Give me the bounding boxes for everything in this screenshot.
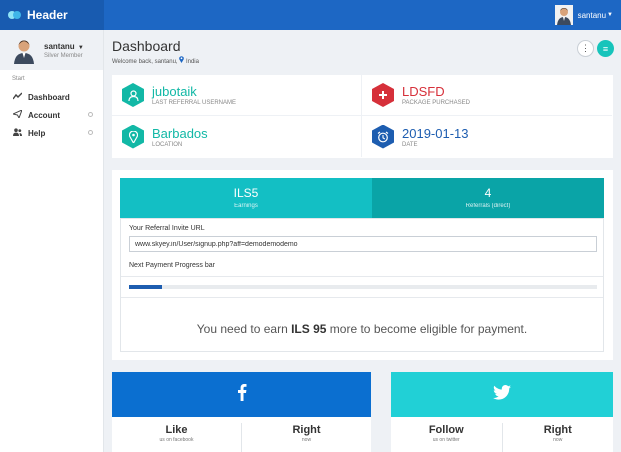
page-subtitle: Welcome back, santanu, India [112, 56, 199, 65]
sidebar-item-label: Dashboard [28, 92, 70, 102]
referral-panel: ILS5 Earnings 4 Referrals (direct) Your … [112, 170, 613, 360]
stat-package: LDSFD PACKAGE PURCHASED [362, 75, 612, 116]
facebook-header[interactable] [112, 372, 371, 417]
twitter-follow[interactable]: Follow us on twitter [391, 417, 502, 452]
stat-value: LDSFD [402, 84, 445, 99]
stat-label: LAST REFERRAL USERNAME [152, 100, 237, 106]
sidebar-item-account[interactable]: Account [0, 106, 103, 124]
menu-button[interactable]: ≡ [597, 40, 614, 57]
sidebar-item-dashboard[interactable]: Dashboard [0, 88, 103, 106]
map-pin-icon [179, 56, 186, 65]
social-value: Follow [428, 424, 464, 436]
earnings-value: ILS5 [233, 186, 259, 200]
page-title: Dashboard [112, 38, 181, 54]
referrals-label: Referrals (direct) [465, 203, 511, 209]
twitter-icon [493, 384, 511, 405]
alarm-clock-icon [372, 124, 394, 149]
message-text: You need to earn [196, 322, 288, 336]
top-bar: Header santanu ▼ [0, 0, 621, 30]
sidebar-item-help[interactable]: Help [0, 124, 103, 142]
vertical-dots-icon: ⋮ [581, 43, 590, 53]
user-icon [122, 83, 144, 107]
divider [121, 276, 603, 277]
twitter-header[interactable] [391, 372, 613, 417]
message-amount: ILS 95 [291, 322, 327, 336]
more-options-button[interactable]: ⋮ [577, 40, 594, 57]
stat-value: 2019-01-13 [402, 125, 469, 141]
logo-icon [8, 11, 21, 19]
social-label: us on twitter [432, 437, 460, 443]
sidebar-item-label: Help [28, 128, 46, 138]
stat-label: LOCATION [152, 141, 183, 148]
stat-label: PACKAGE PURCHASED [402, 100, 470, 106]
expand-indicator-icon [88, 112, 93, 117]
welcome-text: Welcome back, santanu, [112, 59, 178, 65]
stats-panel: jubotaik LAST REFERRAL USERNAME LDSFD PA… [112, 75, 613, 158]
payment-progress-bar [129, 285, 597, 289]
social-value: Right [292, 424, 321, 436]
social-label: now [301, 437, 312, 443]
twitter-card: Follow us on twitter Right now [391, 372, 613, 452]
users-icon [12, 128, 22, 138]
invite-url-label: Your Referral Invite URL [129, 225, 205, 232]
facebook-like[interactable]: Like us on facebook [112, 417, 241, 452]
user-menu[interactable]: santanu ▼ [554, 5, 613, 25]
sidebar-item-label: Account [28, 110, 60, 120]
send-icon [10, 109, 23, 120]
sidebar-profile: santanu ▼ Silver Member [0, 30, 103, 70]
progress-fill [129, 285, 162, 289]
referrals-box: 4 Referrals (direct) [372, 178, 604, 218]
invite-url-field[interactable] [129, 236, 597, 252]
stat-value: Barbados [152, 125, 208, 141]
sidebar: santanu ▼ Silver Member Start Dashboard … [0, 30, 104, 452]
nav-section-label: Start [12, 76, 25, 82]
referral-details: Your Referral Invite URL Next Payment Pr… [120, 218, 604, 352]
social-value: Like [165, 424, 188, 436]
earnings-box: ILS5 Earnings [120, 178, 372, 218]
username: santanu [577, 10, 607, 20]
profile-role: Silver Member [44, 52, 83, 59]
chevron-down-icon: ▼ [607, 12, 613, 18]
list-icon: ≡ [602, 43, 609, 54]
facebook-right-now[interactable]: Right now [241, 423, 371, 452]
facebook-icon [237, 383, 247, 406]
profile-name-row[interactable]: santanu ▼ [44, 42, 84, 51]
chart-line-icon [11, 92, 22, 102]
facebook-card: Like us on facebook Right now [112, 372, 371, 452]
earnings-label: Earnings [234, 203, 258, 209]
social-label: us on facebook [159, 437, 194, 443]
profile-info: santanu ▼ Silver Member [44, 42, 84, 59]
expand-indicator-icon [88, 130, 93, 135]
progress-label: Next Payment Progress bar [129, 262, 215, 269]
twitter-right-now[interactable]: Right now [501, 423, 614, 452]
location-text: India [185, 59, 199, 65]
stat-location: Barbados LOCATION [112, 116, 362, 157]
referrals-value: 4 [484, 186, 492, 200]
brand-title: Header [27, 8, 68, 22]
social-label: now [553, 437, 563, 443]
stat-date: 2019-01-13 DATE [362, 116, 612, 157]
stat-label: DATE [402, 141, 418, 148]
eligibility-message: You need to earn ILS 95 more to become e… [121, 322, 603, 336]
stat-value: jubotaik [152, 84, 197, 99]
social-value: Right [543, 424, 572, 436]
twitter-body: Follow us on twitter Right now [391, 417, 613, 452]
profile-name: santanu [44, 41, 75, 51]
plus-icon [372, 83, 394, 107]
stat-last-referral: jubotaik LAST REFERRAL USERNAME [112, 75, 362, 116]
divider [121, 297, 603, 298]
chevron-down-icon: ▼ [77, 44, 84, 51]
facebook-body: Like us on facebook Right now [112, 417, 371, 452]
message-text: more to become eligible for payment. [329, 322, 528, 336]
brand[interactable]: Header [0, 0, 104, 30]
avatar [12, 36, 36, 64]
map-pin-icon [122, 124, 144, 149]
avatar [554, 5, 573, 25]
